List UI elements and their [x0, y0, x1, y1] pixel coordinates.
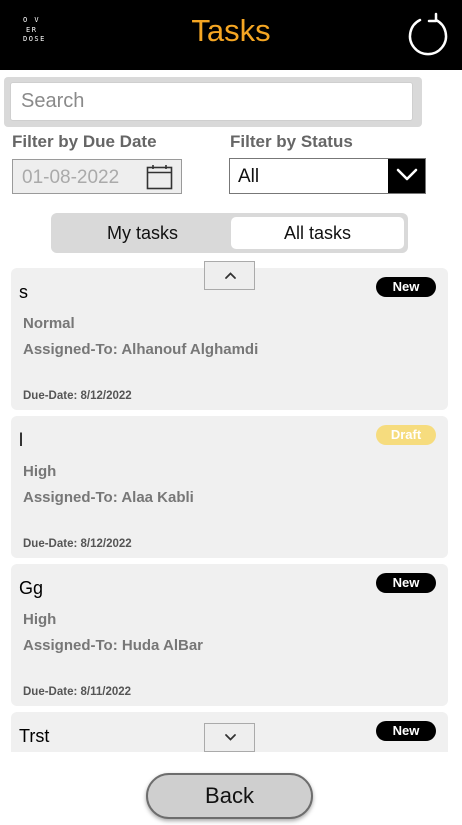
chevron-up-icon	[225, 272, 236, 279]
back-button[interactable]: Back	[146, 773, 313, 819]
task-list[interactable]: s New Normal Assigned-To: Alhanouf Algha…	[0, 260, 462, 752]
task-due-date: Due-Date: 8/12/2022	[23, 538, 132, 550]
refresh-icon[interactable]	[406, 12, 450, 56]
calendar-icon[interactable]	[146, 164, 173, 190]
task-card[interactable]: l Draft High Assigned-To: Alaa Kabli Due…	[11, 416, 448, 558]
task-priority: High	[23, 611, 57, 628]
task-due-date: Due-Date: 8/11/2022	[23, 686, 132, 698]
task-card[interactable]: Gg New High Assigned-To: Huda AlBar Due-…	[11, 564, 448, 706]
due-date-picker[interactable]: 01-08-2022	[12, 159, 182, 194]
status-badge: New	[376, 277, 436, 297]
task-name: s	[19, 282, 28, 302]
page-title: Tasks	[191, 13, 271, 48]
task-name: Trst	[19, 726, 50, 746]
app-header: O V ER DOSE Tasks	[0, 0, 462, 70]
status-badge: New	[376, 573, 436, 593]
task-assignee: Assigned-To: Alaa Kabli	[23, 489, 194, 506]
task-assignee: Assigned-To: Huda AlBar	[23, 637, 204, 654]
tab-my-tasks[interactable]: My tasks	[55, 217, 230, 249]
task-name: l	[19, 430, 23, 450]
search-input[interactable]	[10, 82, 413, 121]
due-date-filter-label: Filter by Due Date	[12, 132, 157, 151]
task-assignee: Assigned-To: Alhanouf Alghamdi	[23, 341, 259, 358]
status-filter-dropdown[interactable]: All	[229, 158, 426, 194]
status-badge: New	[376, 721, 436, 741]
chevron-down-icon	[225, 734, 236, 741]
status-badge: Draft	[376, 425, 436, 445]
chevron-down-icon[interactable]	[388, 159, 425, 193]
search-container	[4, 77, 422, 127]
task-priority: High	[23, 463, 57, 480]
task-scope-toggle: My tasks All tasks	[51, 213, 408, 253]
status-filter-value: All	[238, 166, 260, 187]
scroll-down-button[interactable]	[204, 723, 255, 752]
task-priority: Normal	[23, 315, 75, 332]
scroll-up-button[interactable]	[204, 261, 255, 290]
task-due-date: Due-Date: 8/12/2022	[23, 390, 132, 402]
tab-all-tasks[interactable]: All tasks	[231, 217, 404, 249]
status-filter-label: Filter by Status	[230, 132, 353, 151]
due-date-value: 01-08-2022	[22, 167, 120, 188]
task-name: Gg	[19, 578, 44, 598]
